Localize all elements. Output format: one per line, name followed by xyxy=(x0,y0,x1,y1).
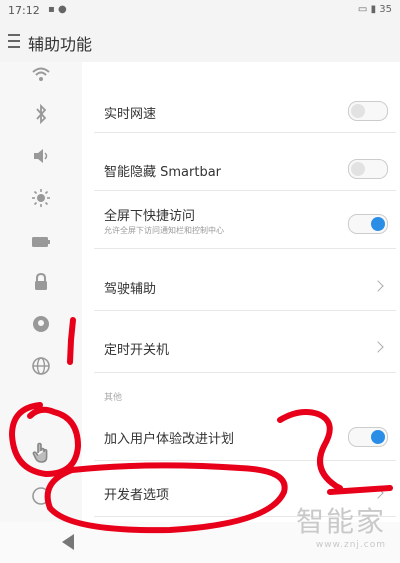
setting-label: 定时开关机 xyxy=(104,343,170,358)
notification-icons: ▪ ● xyxy=(48,4,67,15)
setting-label: 开发者选项 xyxy=(104,488,170,503)
battery-icon: ▮ xyxy=(370,4,377,15)
fullscreen-quick-toggle[interactable] xyxy=(348,214,388,234)
battery-icon[interactable] xyxy=(28,230,54,256)
hand-icon[interactable] xyxy=(28,442,54,468)
status-right: ▭ ▮ 35 xyxy=(358,4,392,15)
back-icon[interactable] xyxy=(62,534,74,550)
battery-level: 35 xyxy=(379,4,392,15)
chevron-right-icon xyxy=(372,341,384,353)
setting-label: 加入用户体验改进计划 xyxy=(104,432,235,447)
setting-label: 实时网速 xyxy=(104,107,157,122)
user-experience-toggle[interactable] xyxy=(348,427,388,447)
section-header-other: 其他 xyxy=(104,393,123,403)
bluetooth-icon[interactable] xyxy=(28,103,54,130)
chevron-right-icon xyxy=(372,280,384,292)
settings-list: 实时网速 智能隐藏 Smartbar 全屏下快捷访问 允许全屏下访问通知栏和控制… xyxy=(82,62,400,522)
privacy-icon[interactable] xyxy=(28,314,54,340)
globe-icon[interactable] xyxy=(28,356,54,382)
smart-hide-toggle[interactable] xyxy=(348,159,388,179)
settings-sidebar xyxy=(0,62,82,522)
setting-scheduled-power[interactable]: 定时开关机 xyxy=(94,322,396,373)
setting-label: 智能隐藏 Smartbar xyxy=(104,165,222,180)
volume-icon[interactable] xyxy=(28,146,54,172)
setting-smart-hide[interactable]: 智能隐藏 Smartbar xyxy=(94,148,396,191)
watermark: 智能家 www.znj.com xyxy=(296,500,386,550)
status-bar: 17:12 ▪ ● ▭ ▮ 35 xyxy=(0,0,400,22)
watermark-url: www.znj.com xyxy=(315,540,386,550)
setting-user-experience[interactable]: 加入用户体验改进计划 xyxy=(94,412,396,461)
brightness-icon[interactable] xyxy=(28,188,54,214)
watermark-logo: 智能家 xyxy=(295,505,386,538)
setting-driving-assist[interactable]: 驾驶辅助 xyxy=(94,262,396,311)
screen-icon: ▭ xyxy=(357,4,368,15)
wifi-icon[interactable] xyxy=(28,64,54,90)
setting-label: 全屏下快捷访问 xyxy=(104,209,196,224)
setting-realtime-speed[interactable]: 实时网速 xyxy=(94,90,396,133)
setting-label: 驾驶辅助 xyxy=(104,282,157,297)
setting-fullscreen-quick[interactable]: 全屏下快捷访问 允许全屏下访问通知栏和控制中心 xyxy=(94,198,396,249)
realtime-speed-toggle[interactable] xyxy=(348,101,388,121)
status-time: 17:12 xyxy=(8,4,40,17)
setting-subtitle: 允许全屏下访问通知栏和控制中心 xyxy=(104,226,224,235)
info-icon[interactable] xyxy=(28,486,54,512)
chevron-right-icon xyxy=(372,487,384,499)
title-bar: 辅助功能 xyxy=(0,22,400,62)
lock-icon[interactable] xyxy=(28,272,54,298)
page-title: 辅助功能 xyxy=(28,35,93,54)
menu-icon[interactable] xyxy=(8,34,20,48)
